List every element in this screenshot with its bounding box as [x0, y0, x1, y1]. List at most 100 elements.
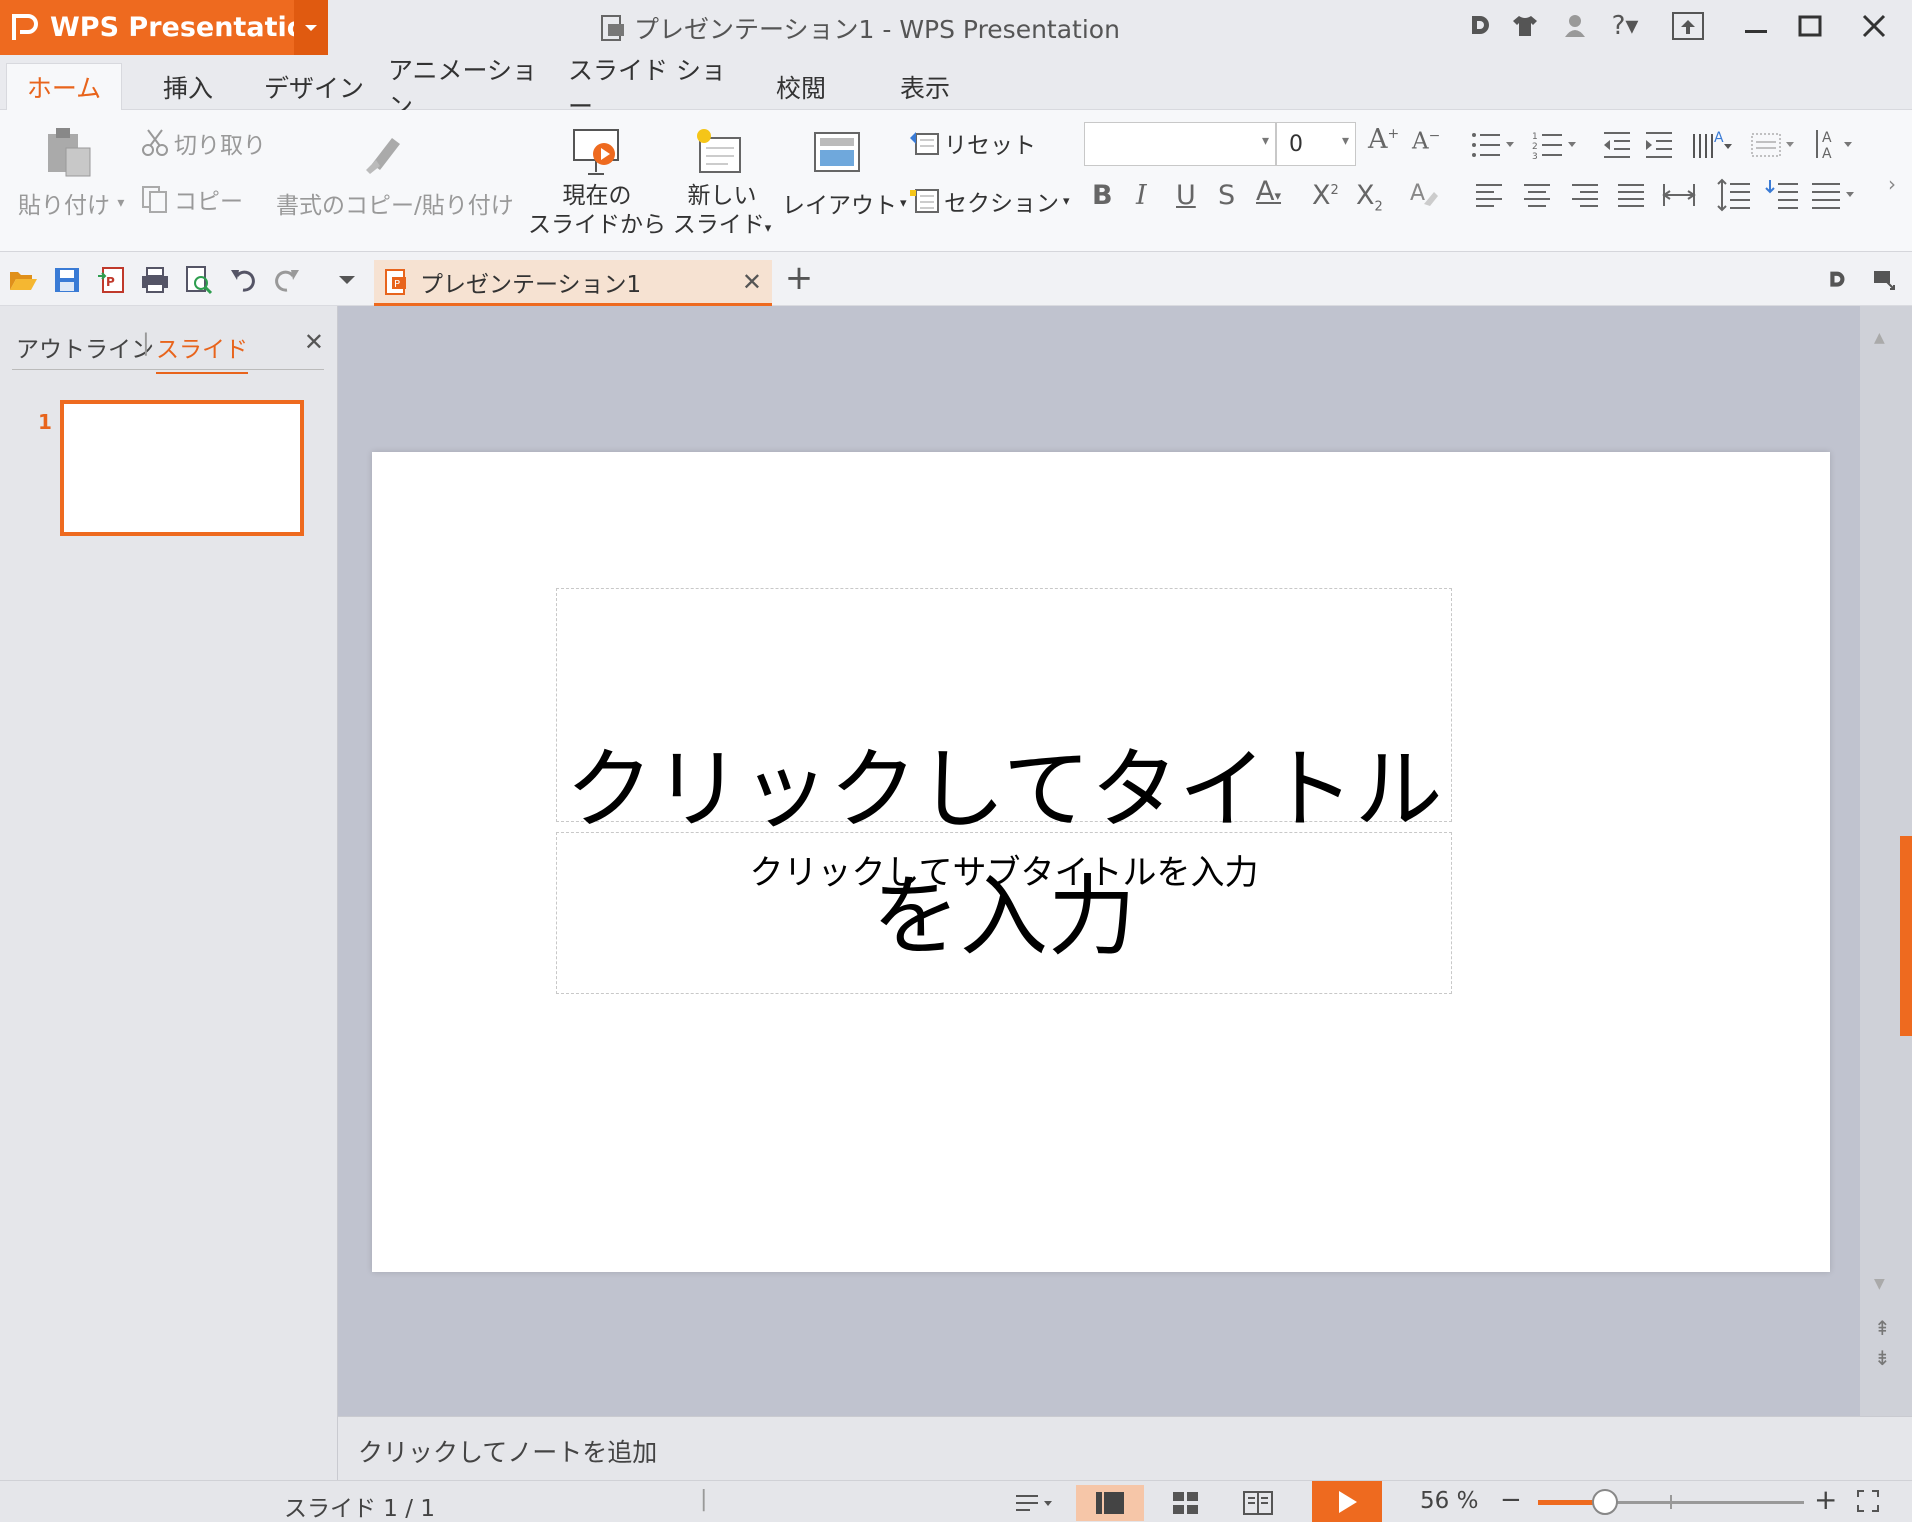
vertical-scrollbar[interactable]: ▲ ▼ ⇞ ⇟: [1860, 306, 1912, 1416]
zoom-slider-handle[interactable]: [1591, 1489, 1618, 1515]
shrink-font-icon[interactable]: A−: [1412, 128, 1440, 155]
align-center-icon[interactable]: [1522, 180, 1552, 210]
justify-icon[interactable]: [1616, 180, 1646, 210]
new-slide-icon[interactable]: [692, 124, 746, 180]
slide-editor: クリックしてタイトルを入力 クリックしてサブタイトルを入力: [338, 306, 1860, 1416]
notes-pane[interactable]: クリックしてノートを追加: [338, 1416, 1912, 1480]
open-icon[interactable]: [6, 264, 40, 296]
subscript-icon[interactable]: X2: [1356, 180, 1383, 214]
tab-view[interactable]: 表示: [880, 63, 970, 110]
paste-button[interactable]: 貼り付け ▾: [18, 186, 124, 220]
underline-icon[interactable]: U: [1176, 180, 1196, 211]
reading-view-icon[interactable]: [1228, 1485, 1288, 1521]
notes-toggle-icon[interactable]: [1004, 1485, 1064, 1521]
align-text-icon[interactable]: [1750, 130, 1800, 160]
distribute-icon[interactable]: [1662, 180, 1696, 210]
feedback-icon[interactable]: [1868, 264, 1902, 296]
save-icon[interactable]: [50, 264, 84, 296]
print-preview-icon[interactable]: [182, 264, 216, 296]
ribbon-scroll-right-icon[interactable]: ›: [1888, 172, 1896, 196]
format-painter-button[interactable]: 書式のコピー/貼り付け: [276, 186, 514, 220]
font-size-dropdown-icon[interactable]: ▾: [1342, 133, 1349, 149]
tab-home[interactable]: ホーム: [6, 63, 122, 110]
bold-icon[interactable]: B: [1092, 180, 1113, 211]
decrease-indent-icon[interactable]: [1602, 130, 1632, 160]
ribbon-home: 貼り付け ▾ 切り取り コピー 書式のコピー/貼り付け 現在のスライドから▾ 新…: [0, 110, 1912, 265]
copy-button[interactable]: コピー: [140, 182, 243, 216]
font-name-input[interactable]: ▾: [1084, 122, 1276, 166]
print-icon[interactable]: [138, 264, 172, 296]
section-button[interactable]: セクション ▾: [908, 184, 1070, 218]
redo-icon[interactable]: [270, 264, 304, 296]
character-spacing-icon[interactable]: AA: [1814, 126, 1858, 162]
reset-button[interactable]: リセット: [908, 126, 1036, 160]
svg-text:A: A: [1410, 181, 1425, 206]
numbering-icon[interactable]: 123: [1532, 130, 1582, 160]
columns-icon[interactable]: [1810, 178, 1860, 212]
zoom-slider-track[interactable]: [1538, 1489, 1804, 1515]
d-icon-small[interactable]: [1820, 264, 1854, 296]
slide-thumbnail[interactable]: [60, 400, 304, 536]
align-right-icon[interactable]: [1570, 180, 1600, 210]
fit-window-icon[interactable]: [1856, 1489, 1880, 1517]
app-menu-button[interactable]: WPS Presentation: [0, 0, 328, 55]
italic-icon[interactable]: I: [1136, 180, 1147, 211]
normal-view-icon[interactable]: [1076, 1485, 1144, 1521]
font-color-icon[interactable]: A▾: [1256, 176, 1281, 207]
subtitle-placeholder[interactable]: クリックしてサブタイトルを入力: [556, 832, 1452, 994]
outline-tab[interactable]: アウトライン: [16, 330, 154, 364]
font-name-dropdown-icon[interactable]: ▾: [1262, 133, 1269, 149]
play-from-current-icon[interactable]: [568, 126, 624, 178]
new-slide-button[interactable]: 新しい スライド▾: [672, 182, 772, 243]
close-panel-icon[interactable]: ✕: [304, 328, 324, 356]
tab-insert[interactable]: 挿入: [140, 63, 236, 110]
scroll-up-icon[interactable]: ▲: [1874, 330, 1885, 346]
align-left-icon[interactable]: [1474, 180, 1504, 210]
export-pdf-icon[interactable]: P: [94, 264, 128, 296]
skin-tshirt-icon[interactable]: [1505, 6, 1545, 46]
line-spacing-icon[interactable]: [1716, 178, 1752, 212]
play-slideshow-button[interactable]: [1312, 1481, 1382, 1522]
increase-indent-icon[interactable]: [1644, 130, 1674, 160]
undo-icon[interactable]: [226, 264, 260, 296]
previous-slide-icon[interactable]: ⇞: [1874, 1316, 1891, 1340]
close-window-icon[interactable]: [1854, 6, 1894, 46]
layout-button[interactable]: レイアウト ▾: [782, 186, 907, 220]
user-icon[interactable]: [1555, 6, 1595, 46]
customize-toolbar-dropdown-icon[interactable]: [330, 264, 364, 296]
tab-animation[interactable]: アニメーション: [388, 56, 540, 121]
next-slide-icon[interactable]: ⇟: [1874, 1346, 1891, 1370]
close-tab-icon[interactable]: ✕: [742, 268, 762, 296]
collapse-ribbon-icon[interactable]: [1668, 6, 1708, 46]
tab-design[interactable]: デザイン: [262, 63, 366, 110]
tab-slideshow[interactable]: スライド ショー: [568, 56, 728, 121]
superscript-icon[interactable]: X2: [1312, 180, 1339, 211]
new-tab-icon[interactable]: +: [782, 258, 816, 298]
slides-tab[interactable]: スライド: [156, 330, 248, 374]
app-menu-dropdown-icon[interactable]: [294, 0, 328, 55]
scroll-down-icon[interactable]: ▼: [1874, 1276, 1885, 1292]
scroll-thumb[interactable]: [1900, 836, 1912, 1036]
grow-font-icon[interactable]: A+: [1368, 124, 1399, 155]
text-direction-icon[interactable]: A: [1690, 126, 1736, 162]
slide-canvas[interactable]: クリックしてタイトルを入力 クリックしてサブタイトルを入力: [372, 452, 1830, 1272]
bullets-icon[interactable]: [1470, 130, 1520, 160]
tab-review[interactable]: 校閲: [756, 63, 846, 110]
minimize-icon[interactable]: [1736, 6, 1776, 46]
zoom-in-icon[interactable]: +: [1814, 1483, 1837, 1516]
slide-sorter-icon[interactable]: [1156, 1485, 1216, 1521]
zoom-out-icon[interactable]: −: [1500, 1485, 1522, 1515]
font-size-input[interactable]: 0 ▾: [1276, 122, 1356, 166]
title-placeholder[interactable]: クリックしてタイトルを入力: [556, 588, 1452, 968]
maximize-icon[interactable]: [1790, 6, 1830, 46]
paragraph-spacing-icon[interactable]: [1764, 178, 1800, 212]
paste-icon[interactable]: [44, 126, 94, 178]
cut-button[interactable]: 切り取り: [140, 126, 266, 160]
help-icon[interactable]: ?▾: [1605, 6, 1645, 46]
layout-icon[interactable]: [812, 130, 862, 174]
clear-format-icon[interactable]: A: [1408, 178, 1440, 210]
shadow-icon[interactable]: S: [1218, 180, 1235, 211]
format-painter-icon[interactable]: [358, 128, 406, 176]
d-icon[interactable]: [1460, 6, 1500, 46]
document-tab[interactable]: P プレゼンテーション1 ✕: [374, 260, 772, 306]
